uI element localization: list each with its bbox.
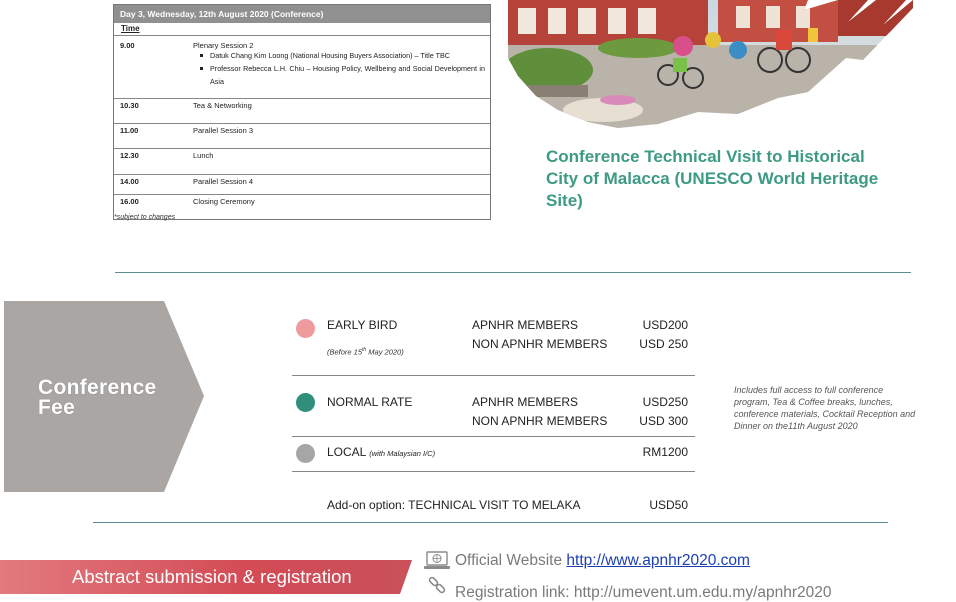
schedule-note: *subject to changes [114, 214, 176, 221]
bullet-icon [200, 67, 203, 70]
computer-globe-icon [424, 551, 450, 569]
table-divider [114, 35, 490, 36]
early-bird-members: APNHR MEMBERS [472, 318, 579, 332]
normal-members-price: USD250 [642, 395, 688, 409]
fee-title-line1: Conference [38, 376, 157, 399]
registration-link[interactable]: Registration link: http://umevent.um.edu… [455, 584, 832, 602]
official-website: Official Website http://www.apnhr2020.co… [455, 552, 750, 570]
table-divider [114, 194, 490, 195]
table-divider [114, 123, 490, 124]
banner-title: Abstract submission & registration [72, 566, 352, 587]
row-activity: Lunch [193, 151, 214, 160]
section-divider [115, 272, 911, 273]
schedule-header: Day 3, Wednesday, 12th August 2020 (Conf… [114, 5, 490, 23]
normal-rate-label: NORMAL RATE [327, 395, 413, 409]
addon-price: USD50 [649, 498, 688, 512]
normal-non-members: NON APNHR MEMBERS [472, 414, 608, 428]
bullet-text: Professor Rebecca L.H. Chiu – Housing Po… [210, 64, 485, 86]
chain-link-icon [428, 577, 446, 594]
malacca-photo [508, 0, 913, 128]
row-time: 14.00 [120, 177, 139, 186]
table-divider [114, 148, 490, 149]
local-label: LOCAL (with Malaysian I/C) [327, 445, 436, 459]
fee-title: Conference Fee [38, 376, 157, 419]
row-activity: Tea & Networking [193, 101, 252, 110]
early-bird-non-members: NON APNHR MEMBERS [472, 337, 608, 351]
website-link[interactable]: http://www.apnhr2020.com [566, 552, 750, 569]
early-bird-dot-icon [296, 319, 315, 338]
early-bird-label: EARLY BIRD [327, 318, 398, 332]
row-time: 10.30 [120, 101, 139, 110]
early-bird-non-members-price: USD 250 [639, 337, 688, 351]
website-label: Official Website [455, 552, 563, 569]
row-activity: Closing Ceremony [193, 197, 255, 206]
early-bird-deadline: (Before 15th May 2020) [327, 347, 404, 357]
normal-members: APNHR MEMBERS [472, 395, 579, 409]
row-time: 11.00 [120, 126, 139, 135]
row-activity: Parallel Session 4 [193, 177, 254, 186]
row-activity: Parallel Session 3 [193, 126, 254, 135]
table-divider [114, 174, 490, 175]
row-time: 9.00 [120, 41, 135, 50]
bullet-text: Datuk Chang Kim Loong (National Housing … [210, 51, 450, 60]
time-column-header: Time [121, 24, 140, 33]
local-dot-icon [296, 444, 315, 463]
fee-divider [292, 436, 695, 437]
row-time: 12.30 [120, 151, 139, 160]
fee-divider [292, 375, 695, 376]
normal-non-members-price: USD 300 [639, 414, 688, 428]
list-item: Datuk Chang Kim Loong (National Housing … [200, 50, 485, 63]
fee-includes-note: Includes full access to full conference … [734, 385, 916, 431]
early-bird-members-price: USD200 [642, 318, 688, 332]
schedule-table: Day 3, Wednesday, 12th August 2020 (Conf… [113, 4, 491, 220]
list-item: Professor Rebecca L.H. Chiu – Housing Po… [200, 63, 485, 88]
bullet-icon [200, 54, 203, 57]
local-price: RM1200 [642, 445, 688, 459]
fee-title-line2: Fee [38, 396, 76, 419]
normal-rate-dot-icon [296, 393, 315, 412]
row-time: 16.00 [120, 197, 139, 206]
addon-option: Add-on option: TECHNICAL VISIT TO MELAKA [327, 498, 581, 512]
fee-divider [292, 471, 695, 472]
section-divider [93, 522, 888, 523]
table-divider [114, 98, 490, 99]
row-activity: Plenary Session 2 [193, 41, 254, 50]
visit-caption: Conference Technical Visit to Historical… [546, 147, 879, 210]
